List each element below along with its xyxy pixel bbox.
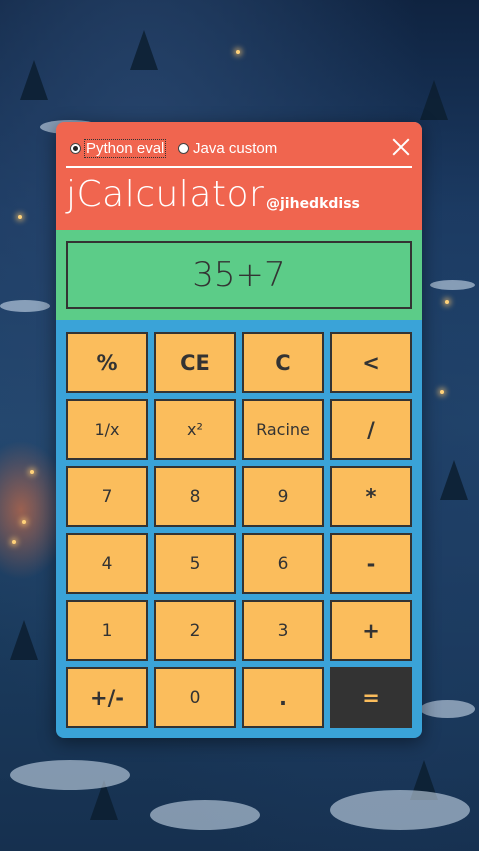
- digit-0-button[interactable]: 0: [154, 667, 236, 728]
- percent-button[interactable]: %: [66, 332, 148, 393]
- digit-4-button[interactable]: 4: [66, 533, 148, 594]
- subtract-button[interactable]: -: [330, 533, 412, 594]
- digit-9-button[interactable]: 9: [242, 466, 324, 527]
- negate-button[interactable]: +/-: [66, 667, 148, 728]
- square-root-button[interactable]: Racine: [242, 399, 324, 460]
- calculator-header: Python eval Java custom jCalculator @jih…: [56, 122, 422, 230]
- decimal-button[interactable]: .: [242, 667, 324, 728]
- backspace-button[interactable]: <: [330, 332, 412, 393]
- clear-entry-button[interactable]: CE: [154, 332, 236, 393]
- mode-radio-java[interactable]: Java custom: [178, 138, 277, 158]
- mode-selector: Python eval Java custom: [66, 134, 412, 168]
- equals-button[interactable]: =: [330, 667, 412, 728]
- keypad: % CE C <1/x x² Racine/ 7 8 9 * 4 5 6- 1 2 3 + +/- 0. =: [66, 332, 412, 728]
- square-button[interactable]: x²: [154, 399, 236, 460]
- expression-display: 35+7: [66, 241, 412, 309]
- author-handle: @jihedkdiss: [266, 196, 360, 212]
- digit-8-button[interactable]: 8: [154, 466, 236, 527]
- close-icon[interactable]: [388, 134, 412, 160]
- digit-7-button[interactable]: 7: [66, 466, 148, 527]
- digit-2-button[interactable]: 2: [154, 600, 236, 661]
- calculator-window: Python eval Java custom jCalculator @jih…: [56, 122, 422, 738]
- reciprocal-button[interactable]: 1/x: [66, 399, 148, 460]
- clear-button[interactable]: C: [242, 332, 324, 393]
- digit-6-button[interactable]: 6: [242, 533, 324, 594]
- divide-button[interactable]: /: [330, 399, 412, 460]
- display-area: 35+7: [56, 230, 422, 320]
- digit-3-button[interactable]: 3: [242, 600, 324, 661]
- app-title: jCalculator: [66, 174, 265, 215]
- radio-button-icon[interactable]: [70, 142, 81, 154]
- multiply-button[interactable]: *: [330, 466, 412, 527]
- digit-1-button[interactable]: 1: [66, 600, 148, 661]
- radio-button-icon[interactable]: [178, 142, 189, 154]
- digit-5-button[interactable]: 5: [154, 533, 236, 594]
- mode-radio-python[interactable]: Python eval: [70, 138, 167, 158]
- add-button[interactable]: +: [330, 600, 412, 661]
- mode-radio-python-label[interactable]: Python eval: [83, 138, 167, 158]
- mode-radio-java-label[interactable]: Java custom: [193, 140, 277, 157]
